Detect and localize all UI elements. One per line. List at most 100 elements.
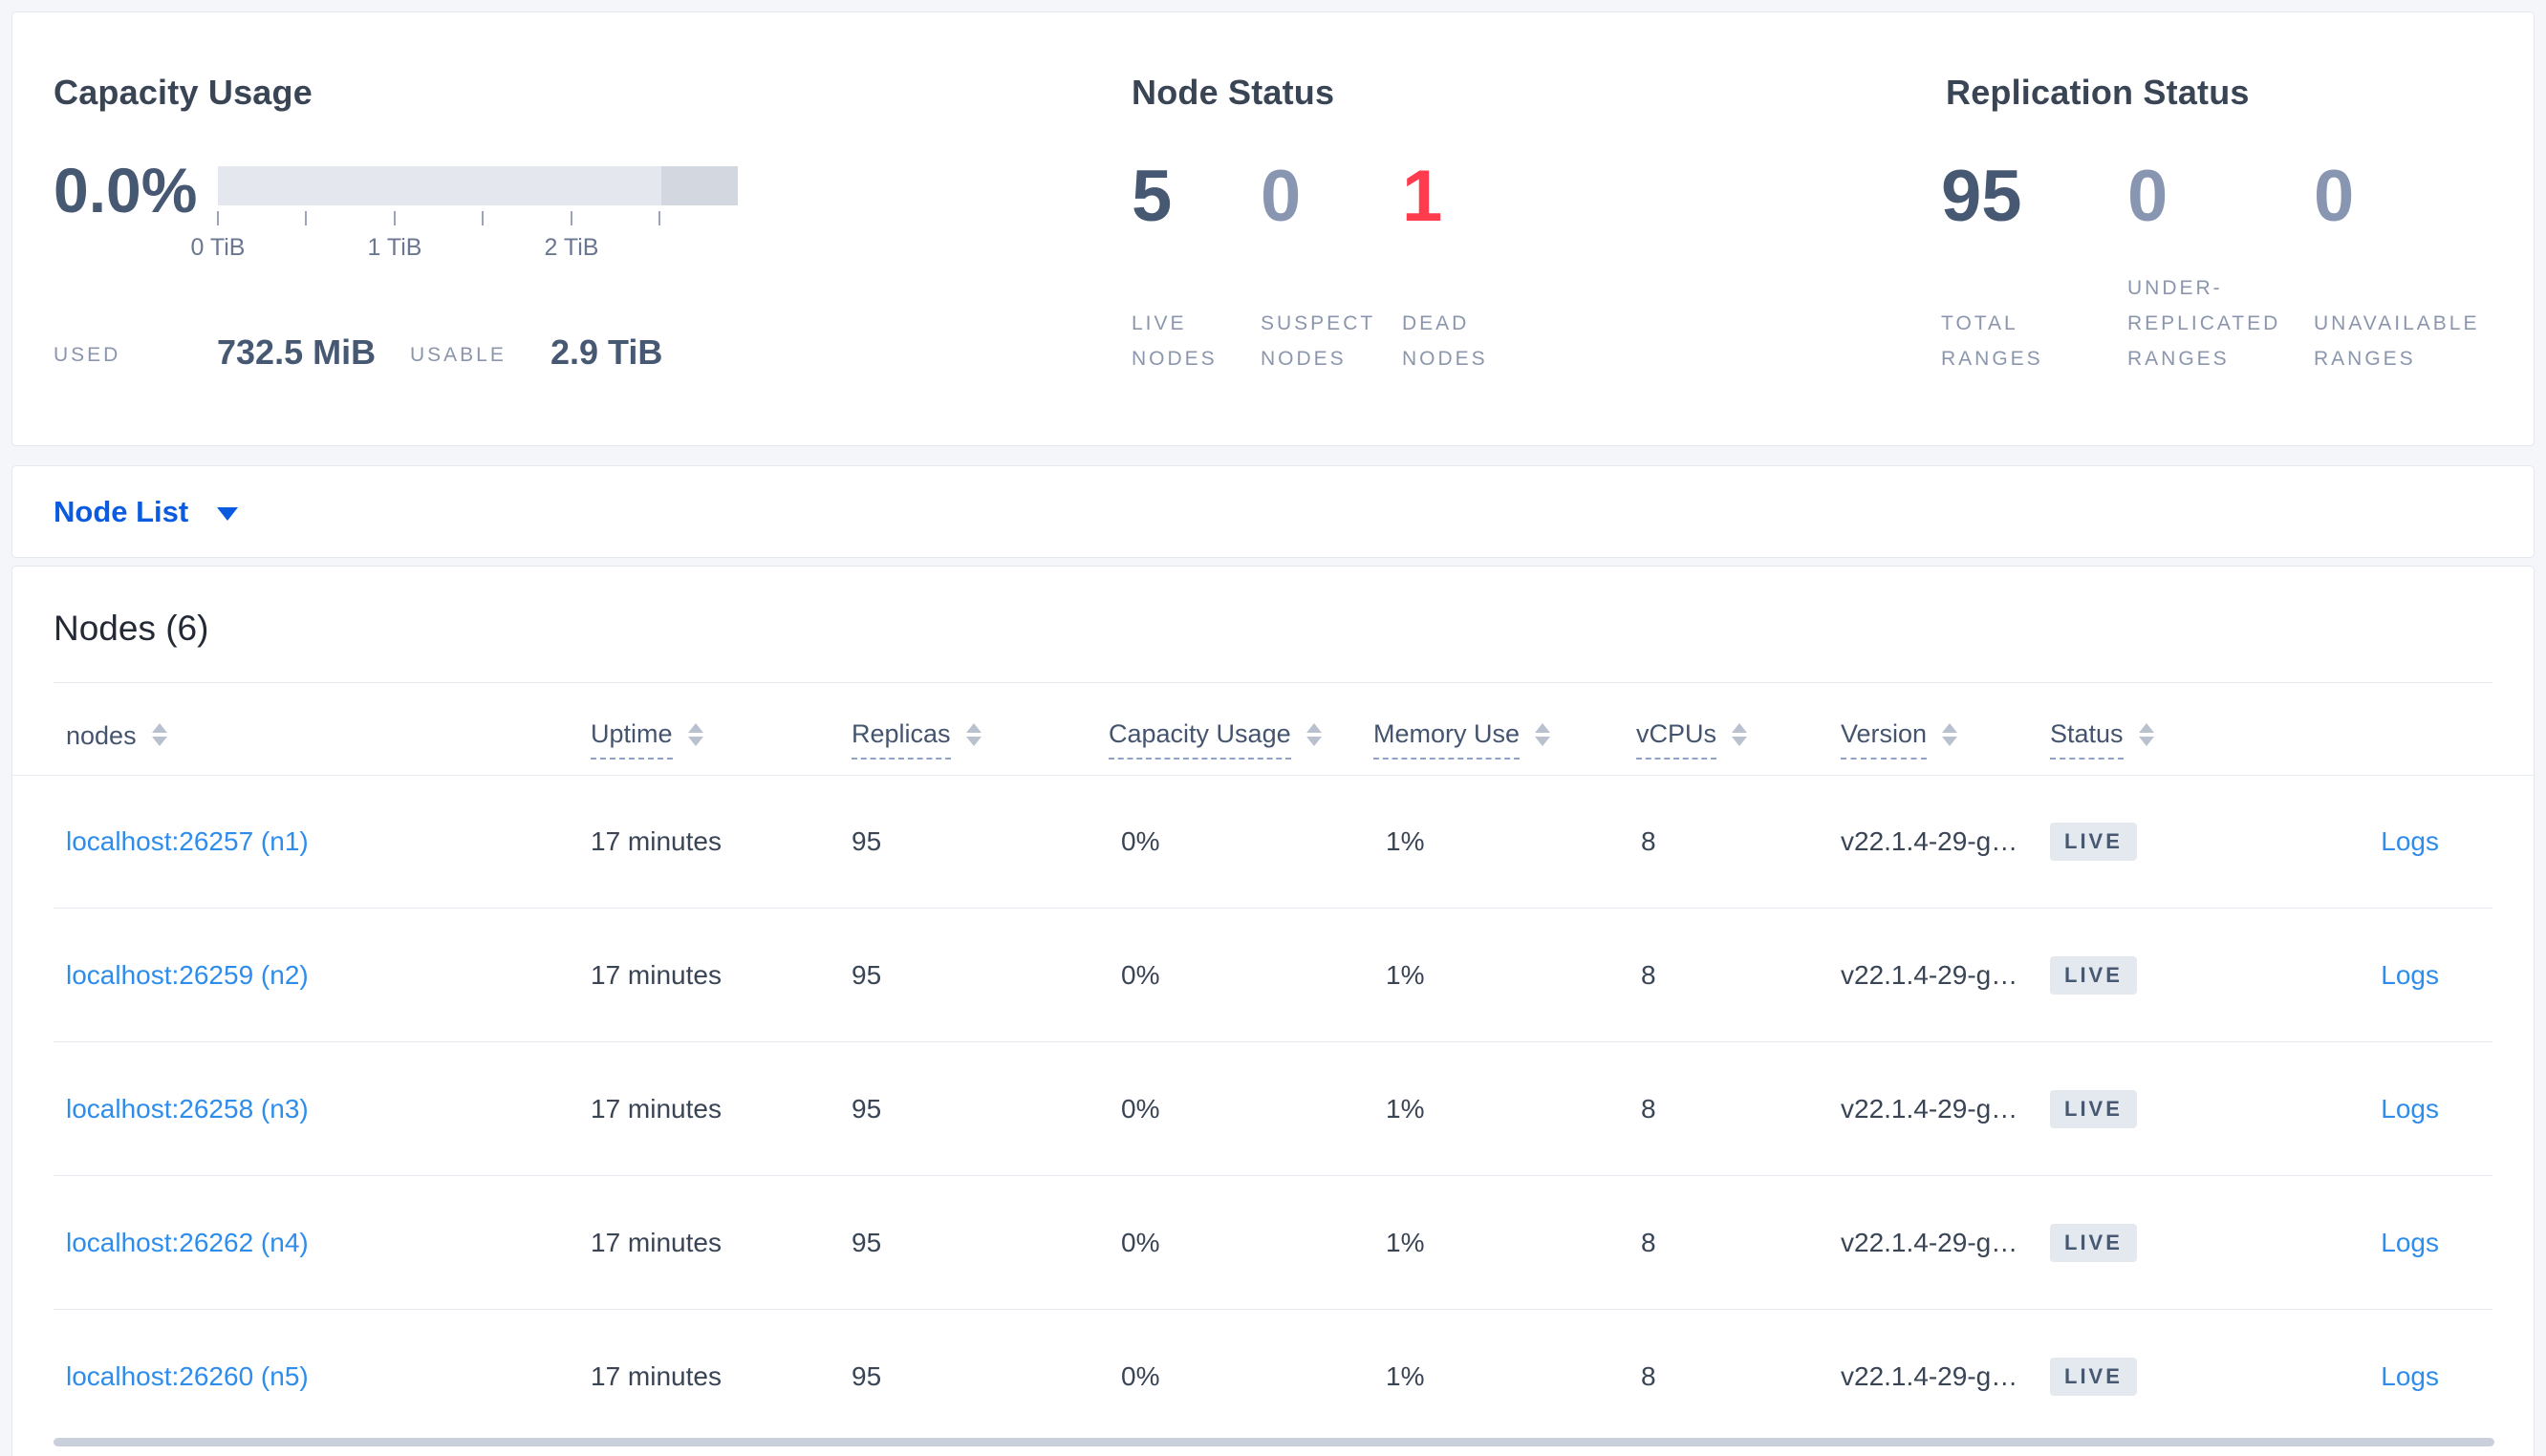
total-ranges-label: TOTAL RANGES [1941,312,2043,370]
vcpus-cell: 8 [1641,1361,1656,1391]
under-replicated-ranges-count: 0 [2127,156,2168,237]
vcpus-cell: 8 [1641,1094,1656,1124]
node-list-dropdown[interactable]: Node List [54,466,239,557]
unavailable-ranges-count: 0 [2314,156,2355,237]
capacity-percent: 0.0% [54,155,198,225]
axis-tick [305,211,307,225]
column-header-label: Capacity Usage [1109,719,1291,760]
usable-label: USABLE [410,344,507,366]
logs-link[interactable]: Logs [2381,1228,2439,1258]
memory-cell: 1% [1386,960,1425,990]
column-header-status[interactable]: Status [2050,719,2154,760]
replicas-cell: 95 [852,1094,882,1124]
capacity-cell: 0% [1121,1361,1160,1391]
sort-icon [965,723,982,746]
axis-tick-label: 2 TiB [544,234,599,261]
replicas-cell: 95 [852,1361,882,1391]
sort-icon [687,723,703,746]
column-header-uptime[interactable]: Uptime [591,719,703,760]
uptime-cell: 17 minutes [591,960,722,990]
live-nodes-count: 5 [1132,156,1173,237]
table-row: localhost:26257 (n1) 17 minutes 95 0% 1%… [12,775,2534,909]
status-badge: LIVE [2050,1358,2137,1396]
column-header-capacity-usage[interactable]: Capacity Usage [1109,719,1322,760]
status-badge: LIVE [2050,1224,2137,1262]
table-row: localhost:26260 (n5) 17 minutes 95 0% 1%… [12,1310,2534,1444]
node-link[interactable]: localhost:26262 (n4) [66,1228,309,1258]
axis-tick [482,211,484,225]
uptime-cell: 17 minutes [591,826,722,856]
vcpus-cell: 8 [1641,826,1656,856]
usable-value: 2.9 TiB [550,332,663,372]
memory-cell: 1% [1386,1228,1425,1257]
sort-icon [1535,723,1551,746]
node-link[interactable]: localhost:26257 (n1) [66,826,309,857]
nodes-table-title: Nodes (6) [54,609,209,648]
capacity-bar [218,166,738,205]
logs-link[interactable]: Logs [2381,960,2439,991]
sort-icon [1732,723,1748,746]
node-link[interactable]: localhost:26259 (n2) [66,960,309,991]
sort-icon [1305,723,1322,746]
capacity-usage-title: Capacity Usage [54,73,313,112]
used-value: 732.5 MiB [217,332,377,372]
column-header-version[interactable]: Version [1841,719,1958,760]
replicas-cell: 95 [852,826,882,856]
status-badge: LIVE [2050,823,2137,861]
uptime-cell: 17 minutes [591,1094,722,1124]
node-link[interactable]: localhost:26260 (n5) [66,1361,309,1392]
cluster-summary-panel: Capacity Usage 0.0% 0 TiB 1 TiB 2 TiB US… [11,11,2535,446]
capacity-cell: 0% [1121,1094,1160,1124]
uptime-cell: 17 minutes [591,1361,722,1391]
version-cell: v22.1.4-29-g… [1841,1361,2018,1391]
column-header-label: Replicas [852,719,951,760]
axis-tick [394,211,396,225]
column-header-replicas[interactable]: Replicas [852,719,982,760]
live-nodes-label: LIVE NODES [1132,312,1218,370]
nodes-table-panel: Nodes (6) nodes Uptime Replicas Capacity… [11,566,2535,1456]
memory-cell: 1% [1386,826,1425,856]
column-header-label: Memory Use [1373,719,1521,760]
axis-tick-label: 1 TiB [367,234,422,261]
memory-cell: 1% [1386,1361,1425,1391]
node-list-dropdown-label: Node List [54,494,189,528]
horizontal-scrollbar[interactable] [54,1438,2494,1446]
status-badge: LIVE [2050,1090,2137,1128]
total-ranges-count: 95 [1941,156,2022,237]
chevron-down-icon [217,506,239,521]
column-header-memory-use[interactable]: Memory Use [1373,719,1551,760]
version-cell: v22.1.4-29-g… [1841,1094,2018,1124]
version-cell: v22.1.4-29-g… [1841,1228,2018,1257]
unavailable-ranges-label: UNAVAILABLE RANGES [2314,312,2480,370]
under-replicated-ranges-label: UNDER-REPLICATED RANGES [2127,277,2281,370]
node-link[interactable]: localhost:26258 (n3) [66,1094,309,1124]
column-header-vcpus[interactable]: vCPUs [1636,719,1748,760]
table-row: localhost:26259 (n2) 17 minutes 95 0% 1%… [12,909,2534,1042]
column-header-label: Version [1841,719,1928,760]
capacity-cell: 0% [1121,1228,1160,1257]
vcpus-cell: 8 [1641,1228,1656,1257]
table-row: localhost:26262 (n4) 17 minutes 95 0% 1%… [12,1176,2534,1310]
logs-link[interactable]: Logs [2381,1094,2439,1124]
status-badge: LIVE [2050,956,2137,995]
replicas-cell: 95 [852,960,882,990]
axis-tick-label: 0 TiB [190,234,246,261]
sort-icon [1942,723,1958,746]
suspect-nodes-label: SUSPECT NODES [1261,312,1375,370]
replication-status-title: Replication Status [1946,73,2250,112]
vcpus-cell: 8 [1641,960,1656,990]
table-header-row: nodes Uptime Replicas Capacity Usage Mem… [12,683,2534,775]
sort-icon [2138,723,2154,746]
axis-tick [571,211,572,225]
uptime-cell: 17 minutes [591,1228,722,1257]
dead-nodes-label: DEAD NODES [1402,312,1488,370]
replicas-cell: 95 [852,1228,882,1257]
logs-link[interactable]: Logs [2381,826,2439,857]
logs-link[interactable]: Logs [2381,1361,2439,1392]
capacity-cell: 0% [1121,960,1160,990]
table-row: localhost:26258 (n3) 17 minutes 95 0% 1%… [12,1042,2534,1176]
version-cell: v22.1.4-29-g… [1841,960,2018,990]
axis-tick [658,211,660,225]
column-header-nodes[interactable]: nodes [66,721,167,760]
column-header-label: Uptime [591,719,673,760]
